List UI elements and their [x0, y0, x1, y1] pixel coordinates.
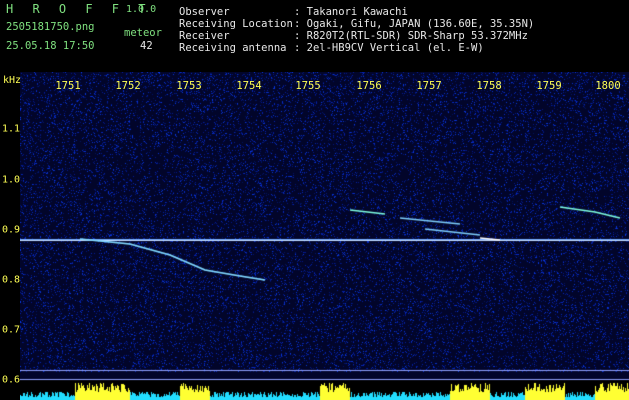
- x-tick-label: 1758: [476, 80, 502, 92]
- x-tick-label: 1755: [295, 80, 321, 92]
- x-tick-label: 1756: [356, 80, 382, 92]
- antenna-value: : 2el-HB9CV Vertical (el. E-W): [294, 42, 484, 54]
- y-unit-label: kHz: [3, 75, 22, 86]
- datetime: 25.05.18 17:50: [6, 40, 95, 52]
- location-value: : Ogaki, Gifu, JAPAN (136.60E, 35.35N): [294, 18, 535, 30]
- x-tick-label: 1757: [416, 80, 442, 92]
- app-version: 1.0.0: [126, 4, 157, 15]
- y-tick-label: 0.6: [2, 374, 21, 386]
- meteor-label: meteor: [124, 27, 162, 39]
- observer-label: Observer: [179, 6, 230, 18]
- receiver-value: : R820T2(RTL-SDR) SDR-Sharp 53.372MHz: [294, 30, 528, 42]
- observer-value: : Takanori Kawachi: [294, 6, 408, 18]
- y-tick-label: 1.0: [2, 174, 21, 186]
- y-tick-label: 0.9: [2, 224, 21, 236]
- x-tick-label: 1800: [595, 80, 621, 92]
- y-tick-label: 0.8: [2, 274, 21, 286]
- x-tick-label: 1751: [55, 80, 81, 92]
- location-label: Receiving Location: [179, 18, 293, 30]
- x-tick-label: 1752: [115, 80, 141, 92]
- antenna-label: Receiving antenna: [179, 42, 287, 54]
- spectrogram-canvas: [20, 72, 629, 400]
- y-tick-label: 0.7: [2, 324, 21, 336]
- filename: 2505181750.png: [6, 21, 95, 33]
- receiver-label: Receiver: [179, 30, 230, 42]
- meteor-count: 42: [140, 40, 153, 52]
- x-tick-label: 1754: [236, 80, 262, 92]
- x-tick-label: 1753: [176, 80, 202, 92]
- header-panel: H R O F F T 1.0.0 2505181750.png 25.05.1…: [0, 0, 629, 72]
- x-tick-label: 1759: [536, 80, 562, 92]
- y-tick-label: 1.1: [2, 123, 21, 135]
